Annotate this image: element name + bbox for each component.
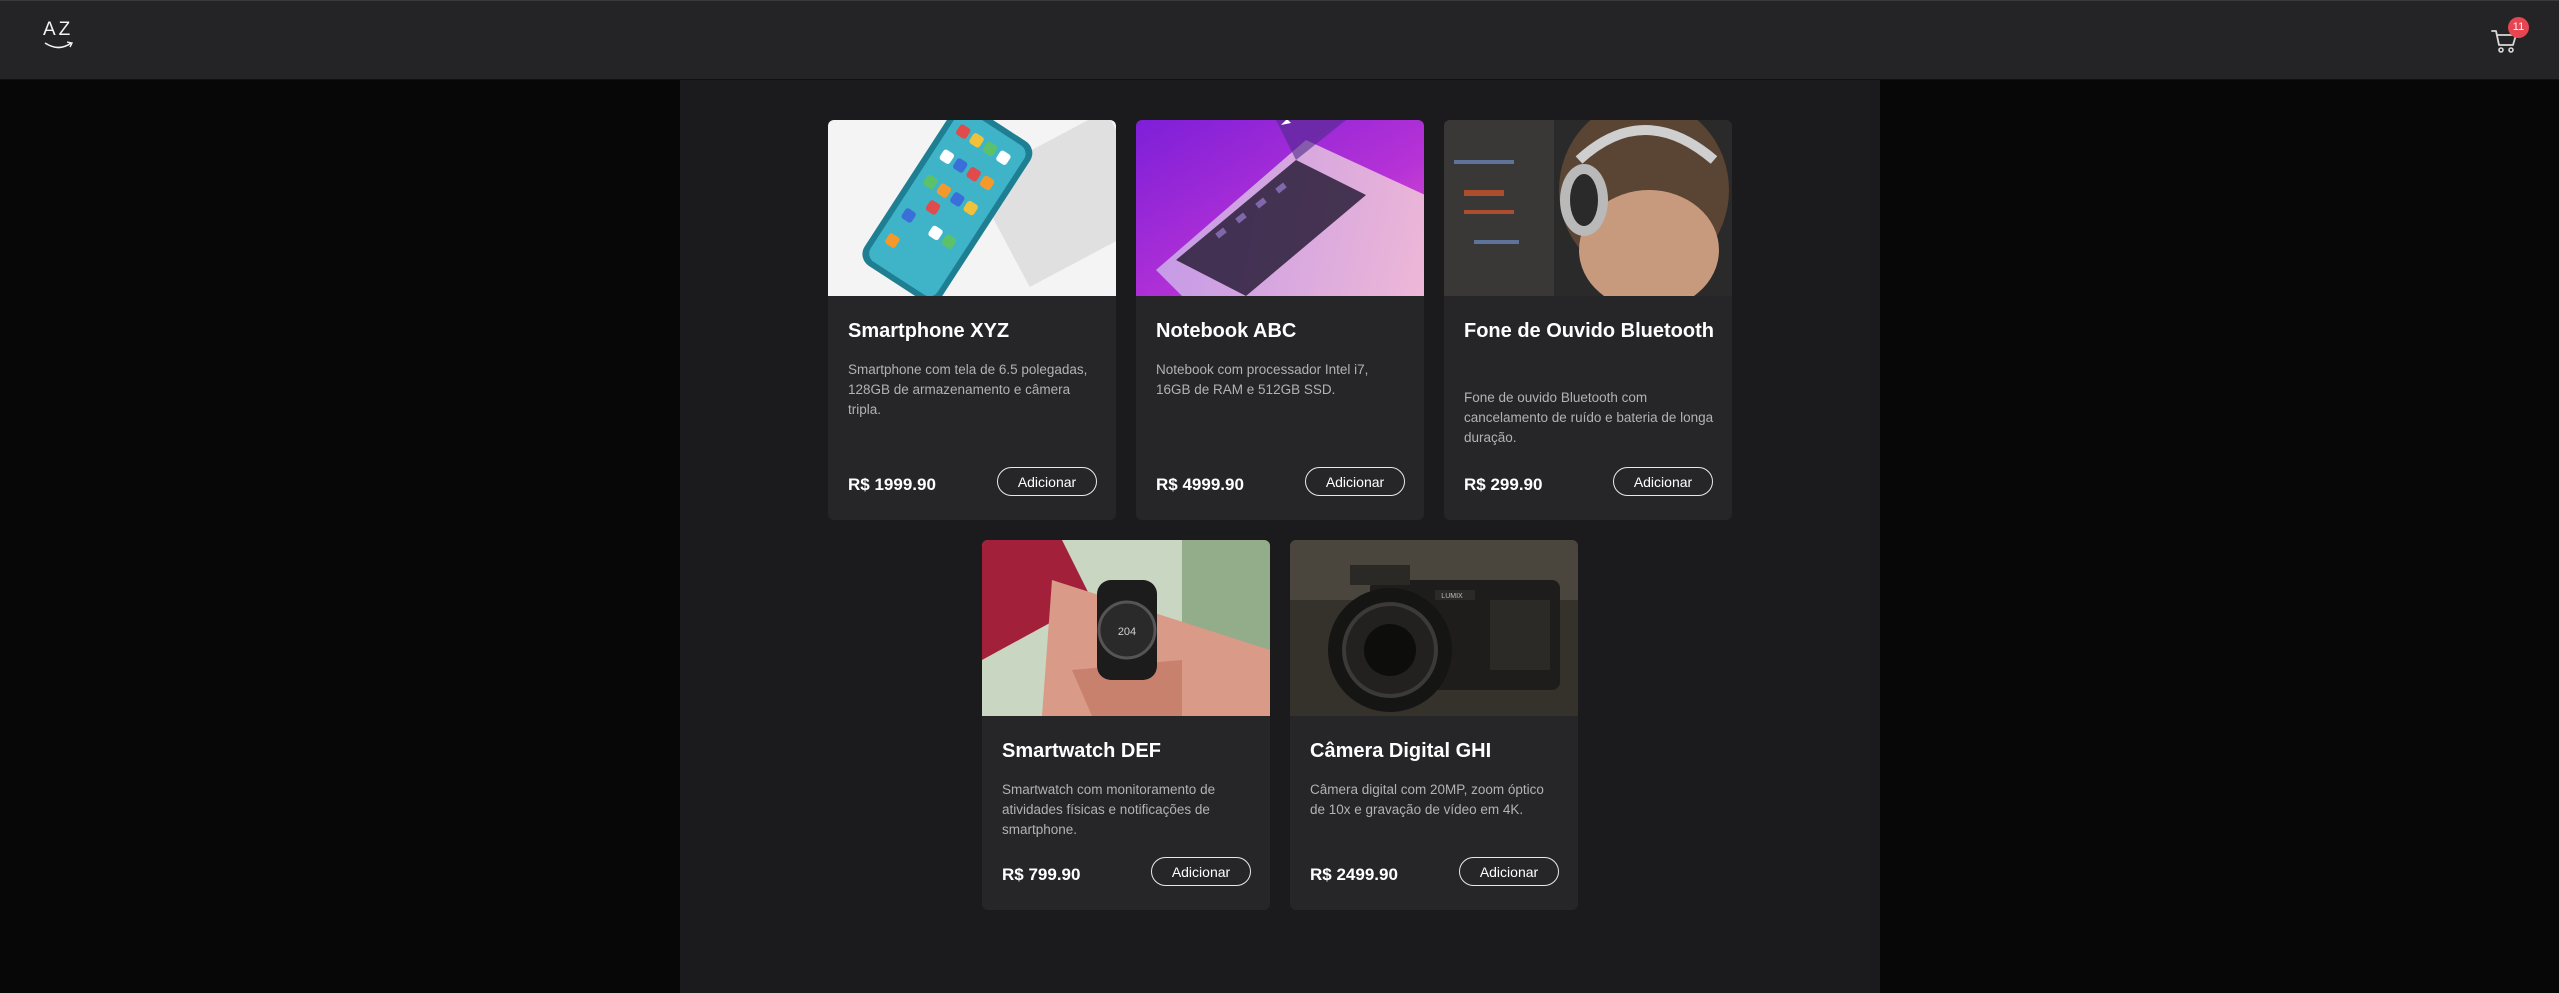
smartwatch-photo: 204	[982, 540, 1270, 716]
product-description: Câmera digital com 20MP, zoom óptico de …	[1310, 782, 1544, 817]
product-grid: Smartphone XYZ Smartphone com tela de 6.…	[680, 80, 1880, 993]
product-card: Smartphone XYZ Smartphone com tela de 6.…	[828, 120, 1116, 520]
product-price: R$ 2499.90	[1310, 865, 1398, 884]
product-description: Notebook com processador Intel i7, 16GB …	[1156, 362, 1369, 397]
product-description: Smartphone com tela de 6.5 polegadas, 12…	[848, 362, 1088, 417]
product-name: Fone de Ouvido Bluetooth	[1464, 320, 1714, 342]
product-card: LUMIX Câmera Digital GHI Câmera digital …	[1290, 540, 1578, 910]
navbar: AZ 11	[0, 0, 2559, 80]
smartphone-photo	[828, 120, 1116, 296]
logo[interactable]: AZ	[42, 19, 78, 59]
product-price: R$ 4999.90	[1156, 475, 1244, 494]
add-to-cart-button[interactable]: Adicionar	[1613, 467, 1713, 496]
add-to-cart-button[interactable]: Adicionar	[997, 467, 1097, 496]
cart-count-badge: 11	[2508, 17, 2529, 38]
product-name: Câmera Digital GHI	[1310, 740, 1492, 762]
headphones-photo	[1444, 120, 1732, 296]
product-card: Notebook ABC Notebook com processador In…	[1136, 120, 1424, 520]
smile-arrow-icon	[44, 41, 74, 49]
svg-text:204: 204	[1118, 626, 1136, 638]
product-name: Notebook ABC	[1156, 320, 1297, 342]
svg-text:LUMIX: LUMIX	[1441, 593, 1463, 600]
product-card: 204 Smartwatch DEF Smartwatch com monito…	[982, 540, 1270, 910]
camera-photo: LUMIX	[1290, 540, 1578, 716]
product-name: Smartphone XYZ	[848, 320, 1010, 342]
product-description: Smartwatch com monitoramento de atividad…	[1002, 782, 1216, 837]
product-price: R$ 799.90	[1002, 865, 1081, 884]
product-price: R$ 1999.90	[848, 475, 936, 494]
product-description: Fone de ouvido Bluetooth com cancelament…	[1464, 390, 1714, 445]
logo-text: AZ	[43, 19, 74, 40]
product-price: R$ 299.90	[1464, 475, 1543, 494]
product-name: Smartwatch DEF	[1002, 740, 1161, 762]
add-to-cart-button[interactable]: Adicionar	[1459, 857, 1559, 886]
notebook-photo	[1136, 120, 1424, 296]
add-to-cart-button[interactable]: Adicionar	[1305, 467, 1405, 496]
product-card: Fone de Ouvido Bluetooth Fone de ouvido …	[1444, 120, 1732, 520]
add-to-cart-button[interactable]: Adicionar	[1151, 857, 1251, 886]
